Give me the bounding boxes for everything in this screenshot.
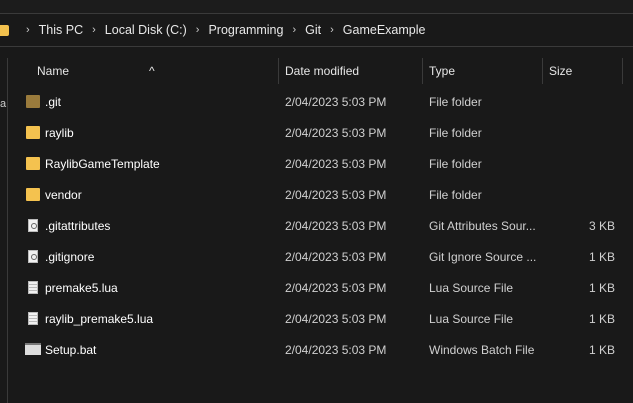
file-size: 1 KB <box>588 281 615 295</box>
file-size: 1 KB <box>588 312 615 326</box>
folder-icon <box>26 188 40 201</box>
file-date: 2/04/2023 5:03 PM <box>285 250 387 264</box>
file-name[interactable]: .gitattributes <box>45 219 110 233</box>
breadcrumb-this-pc[interactable]: This PC <box>39 23 83 37</box>
column-divider[interactable] <box>622 58 623 84</box>
file-type: Git Ignore Source ... <box>429 250 537 264</box>
folder-git-icon <box>26 95 40 108</box>
file-name[interactable]: RaylibGameTemplate <box>45 157 160 171</box>
text-file-icon <box>28 281 38 294</box>
file-date: 2/04/2023 5:03 PM <box>285 343 387 357</box>
folder-icon <box>26 157 40 170</box>
file-row[interactable]: .gitignore 2/04/2023 5:03 PM Git Ignore … <box>0 242 633 273</box>
folder-icon <box>0 24 9 36</box>
file-row[interactable]: raylib_premake5.lua 2/04/2023 5:03 PM Lu… <box>0 304 633 335</box>
file-name[interactable]: premake5.lua <box>45 281 118 295</box>
file-type: File folder <box>429 188 482 202</box>
settings-file-icon <box>28 219 38 232</box>
file-name[interactable]: vendor <box>45 188 82 202</box>
chevron-right-icon[interactable]: › <box>330 24 334 36</box>
file-date: 2/04/2023 5:03 PM <box>285 126 387 140</box>
chevron-right-icon[interactable]: › <box>292 24 296 36</box>
chevron-right-icon: › <box>26 24 30 36</box>
column-name[interactable]: Name <box>37 64 69 78</box>
file-row[interactable]: Setup.bat 2/04/2023 5:03 PM Windows Batc… <box>0 335 633 366</box>
file-type: Windows Batch File <box>429 343 535 357</box>
file-row[interactable]: RaylibGameTemplate 2/04/2023 5:03 PM Fil… <box>0 149 633 180</box>
file-name[interactable]: Setup.bat <box>45 343 96 357</box>
file-name[interactable]: raylib_premake5.lua <box>45 312 153 326</box>
file-date: 2/04/2023 5:03 PM <box>285 157 387 171</box>
file-name[interactable]: .git <box>45 95 61 109</box>
column-divider[interactable] <box>278 58 279 84</box>
column-divider[interactable] <box>422 58 423 84</box>
chevron-right-icon[interactable]: › <box>92 24 96 36</box>
settings-file-icon <box>28 250 38 263</box>
file-row[interactable]: vendor 2/04/2023 5:03 PM File folder <box>0 180 633 211</box>
file-type: Git Attributes Sour... <box>429 219 536 233</box>
file-name[interactable]: .gitignore <box>45 250 94 264</box>
column-size[interactable]: Size <box>549 64 572 78</box>
file-size: 1 KB <box>588 250 615 264</box>
breadcrumb-git[interactable]: Git <box>305 23 321 37</box>
file-type: File folder <box>429 157 482 171</box>
file-row[interactable]: raylib 2/04/2023 5:03 PM File folder <box>0 118 633 149</box>
file-name[interactable]: raylib <box>45 126 74 140</box>
text-file-icon <box>28 312 38 325</box>
chevron-right-icon[interactable]: › <box>196 24 200 36</box>
file-type: Lua Source File <box>429 281 514 295</box>
file-date: 2/04/2023 5:03 PM <box>285 188 387 202</box>
file-date: 2/04/2023 5:03 PM <box>285 312 387 326</box>
file-size: 1 KB <box>588 343 615 357</box>
breadcrumb-programming[interactable]: Programming <box>208 23 283 37</box>
column-divider[interactable] <box>542 58 543 84</box>
column-headers: ^ Name Date modified Type Size <box>0 58 633 84</box>
file-row[interactable]: .git 2/04/2023 5:03 PM File folder <box>0 87 633 118</box>
file-date: 2/04/2023 5:03 PM <box>285 219 387 233</box>
title-bar <box>0 0 633 14</box>
breadcrumb-local-disk[interactable]: Local Disk (C:) <box>105 23 187 37</box>
file-type: File folder <box>429 95 482 109</box>
file-row[interactable]: .gitattributes 2/04/2023 5:03 PM Git Att… <box>0 211 633 242</box>
file-type: Lua Source File <box>429 312 514 326</box>
batch-file-icon <box>25 343 41 355</box>
column-date[interactable]: Date modified <box>285 64 359 78</box>
folder-icon <box>26 126 40 139</box>
file-date: 2/04/2023 5:03 PM <box>285 95 387 109</box>
breadcrumb: › This PC › Local Disk (C:) › Programmin… <box>0 14 633 47</box>
file-size: 3 KB <box>588 219 615 233</box>
file-type: File folder <box>429 126 482 140</box>
file-date: 2/04/2023 5:03 PM <box>285 281 387 295</box>
breadcrumb-gameexample[interactable]: GameExample <box>343 23 426 37</box>
column-type[interactable]: Type <box>429 64 455 78</box>
file-row[interactable]: premake5.lua 2/04/2023 5:03 PM Lua Sourc… <box>0 273 633 304</box>
sort-ascending-icon: ^ <box>149 64 155 78</box>
